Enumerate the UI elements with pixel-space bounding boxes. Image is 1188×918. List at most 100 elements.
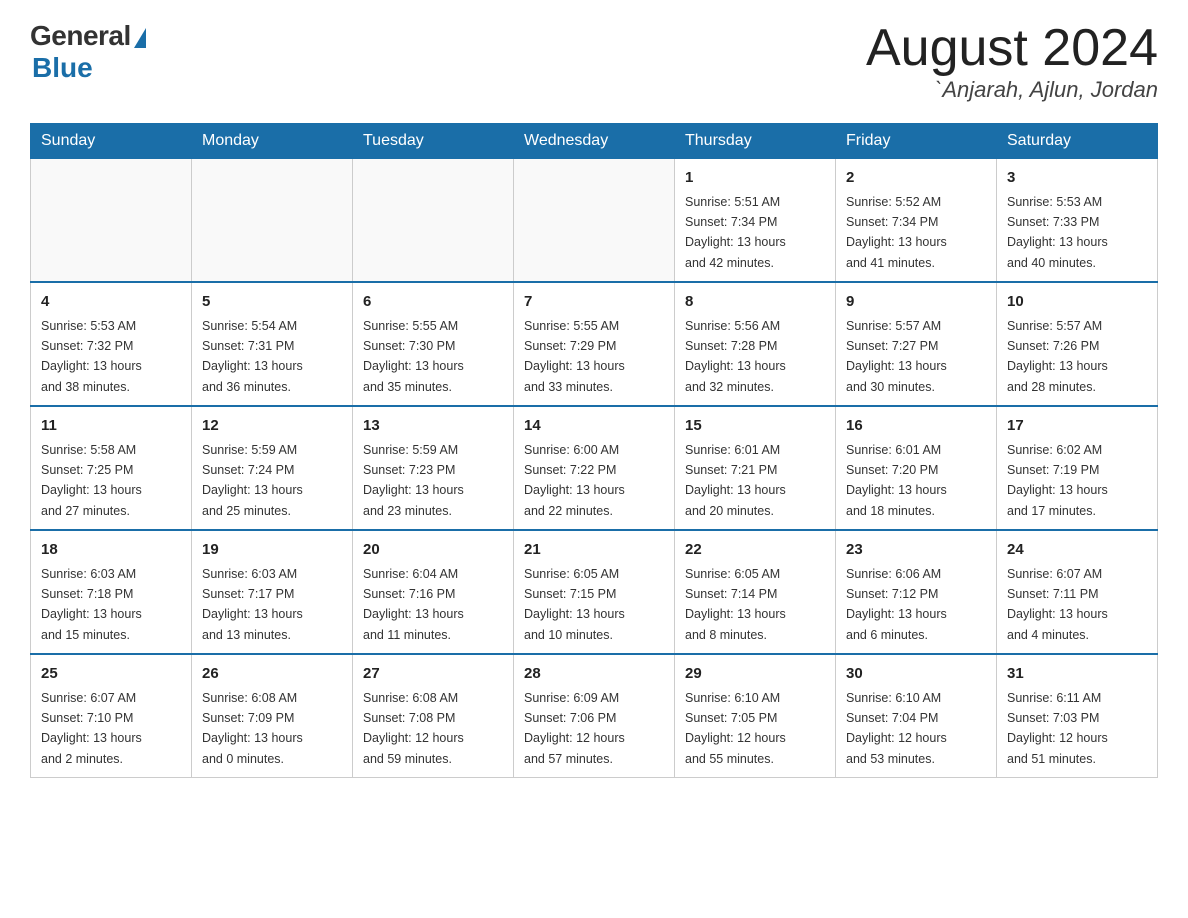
- calendar-cell: 22 Sunrise: 6:05 AM Sunset: 7:14 PM Dayli…: [675, 530, 836, 654]
- day-number: 11: [41, 415, 181, 438]
- calendar-cell: 2Sunrise: 5:52 AM Sunset: 7:34 PM Daylig…: [836, 159, 997, 283]
- day-number: 29: [685, 663, 825, 686]
- calendar-cell: 4 Sunrise: 5:53 AM Sunset: 7:32 PM Daylig…: [31, 282, 192, 406]
- day-number: 7: [524, 291, 664, 314]
- calendar-cell: 26 Sunrise: 6:08 AM Sunset: 7:09 PM Dayli…: [192, 654, 353, 778]
- day-number: 14: [524, 415, 664, 438]
- day-number: 4: [41, 291, 181, 314]
- day-info: Sunrise: 6:08 AM Sunset: 7:09 PM Dayligh…: [202, 691, 303, 766]
- day-info: Sunrise: 6:06 AM Sunset: 7:12 PM Dayligh…: [846, 567, 947, 642]
- day-number: 5: [202, 291, 342, 314]
- day-info: Sunrise: 6:03 AM Sunset: 7:18 PM Dayligh…: [41, 567, 142, 642]
- calendar-week-row: 11 Sunrise: 5:58 AM Sunset: 7:25 PM Dayli…: [31, 406, 1158, 530]
- day-number: 27: [363, 663, 503, 686]
- calendar-cell: 14 Sunrise: 6:00 AM Sunset: 7:22 PM Dayli…: [514, 406, 675, 530]
- day-number: 25: [41, 663, 181, 686]
- day-info: Sunrise: 6:02 AM Sunset: 7:19 PM Dayligh…: [1007, 443, 1108, 518]
- day-info: Sunrise: 6:05 AM Sunset: 7:15 PM Dayligh…: [524, 567, 625, 642]
- calendar-cell: 16Sunrise: 6:01 AM Sunset: 7:20 PM Dayli…: [836, 406, 997, 530]
- day-info: Sunrise: 5:56 AM Sunset: 7:28 PM Dayligh…: [685, 319, 786, 394]
- day-info: Sunrise: 6:03 AM Sunset: 7:17 PM Dayligh…: [202, 567, 303, 642]
- day-info: Sunrise: 6:01 AM Sunset: 7:21 PM Dayligh…: [685, 443, 786, 518]
- day-number: 6: [363, 291, 503, 314]
- day-number: 13: [363, 415, 503, 438]
- calendar-week-row: 25Sunrise: 6:07 AM Sunset: 7:10 PM Dayli…: [31, 654, 1158, 778]
- day-number: 1: [685, 167, 825, 190]
- day-number: 20: [363, 539, 503, 562]
- page-header: General Blue August 2024 `Anjarah, Ajlun…: [30, 20, 1158, 103]
- day-info: Sunrise: 5:55 AM Sunset: 7:29 PM Dayligh…: [524, 319, 625, 394]
- logo-blue-text: Blue: [32, 52, 93, 84]
- month-year-title: August 2024: [866, 20, 1158, 77]
- calendar-header-tuesday: Tuesday: [353, 124, 514, 159]
- calendar-cell: 8 Sunrise: 5:56 AM Sunset: 7:28 PM Daylig…: [675, 282, 836, 406]
- location-subtitle: `Anjarah, Ajlun, Jordan: [866, 77, 1158, 103]
- day-info: Sunrise: 5:57 AM Sunset: 7:26 PM Dayligh…: [1007, 319, 1108, 394]
- calendar-cell: 20 Sunrise: 6:04 AM Sunset: 7:16 PM Dayli…: [353, 530, 514, 654]
- day-info: Sunrise: 6:09 AM Sunset: 7:06 PM Dayligh…: [524, 691, 625, 766]
- calendar-cell: 21 Sunrise: 6:05 AM Sunset: 7:15 PM Dayli…: [514, 530, 675, 654]
- calendar-cell: 12 Sunrise: 5:59 AM Sunset: 7:24 PM Dayli…: [192, 406, 353, 530]
- calendar-week-row: 18Sunrise: 6:03 AM Sunset: 7:18 PM Dayli…: [31, 530, 1158, 654]
- calendar-cell: 19 Sunrise: 6:03 AM Sunset: 7:17 PM Dayli…: [192, 530, 353, 654]
- day-info: Sunrise: 5:59 AM Sunset: 7:24 PM Dayligh…: [202, 443, 303, 518]
- day-number: 30: [846, 663, 986, 686]
- day-number: 3: [1007, 167, 1147, 190]
- day-number: 10: [1007, 291, 1147, 314]
- day-number: 17: [1007, 415, 1147, 438]
- day-number: 2: [846, 167, 986, 190]
- calendar-cell: 10 Sunrise: 5:57 AM Sunset: 7:26 PM Dayli…: [997, 282, 1158, 406]
- calendar-cell: 25Sunrise: 6:07 AM Sunset: 7:10 PM Dayli…: [31, 654, 192, 778]
- calendar-cell: 13 Sunrise: 5:59 AM Sunset: 7:23 PM Dayli…: [353, 406, 514, 530]
- day-info: Sunrise: 6:04 AM Sunset: 7:16 PM Dayligh…: [363, 567, 464, 642]
- calendar-week-row: 4 Sunrise: 5:53 AM Sunset: 7:32 PM Daylig…: [31, 282, 1158, 406]
- day-info: Sunrise: 6:10 AM Sunset: 7:04 PM Dayligh…: [846, 691, 947, 766]
- calendar-cell: 15 Sunrise: 6:01 AM Sunset: 7:21 PM Dayli…: [675, 406, 836, 530]
- calendar-cell: 3 Sunrise: 5:53 AM Sunset: 7:33 PM Daylig…: [997, 159, 1158, 283]
- day-info: Sunrise: 5:54 AM Sunset: 7:31 PM Dayligh…: [202, 319, 303, 394]
- day-number: 15: [685, 415, 825, 438]
- day-info: Sunrise: 6:10 AM Sunset: 7:05 PM Dayligh…: [685, 691, 786, 766]
- calendar-cell: 27 Sunrise: 6:08 AM Sunset: 7:08 PM Dayli…: [353, 654, 514, 778]
- calendar-cell: 17 Sunrise: 6:02 AM Sunset: 7:19 PM Dayli…: [997, 406, 1158, 530]
- calendar-cell: 11 Sunrise: 5:58 AM Sunset: 7:25 PM Dayli…: [31, 406, 192, 530]
- calendar-cell: 9Sunrise: 5:57 AM Sunset: 7:27 PM Daylig…: [836, 282, 997, 406]
- calendar-cell: 28 Sunrise: 6:09 AM Sunset: 7:06 PM Dayli…: [514, 654, 675, 778]
- day-info: Sunrise: 5:53 AM Sunset: 7:32 PM Dayligh…: [41, 319, 142, 394]
- day-number: 28: [524, 663, 664, 686]
- calendar-cell: 31 Sunrise: 6:11 AM Sunset: 7:03 PM Dayli…: [997, 654, 1158, 778]
- day-info: Sunrise: 6:08 AM Sunset: 7:08 PM Dayligh…: [363, 691, 464, 766]
- day-info: Sunrise: 5:53 AM Sunset: 7:33 PM Dayligh…: [1007, 195, 1108, 270]
- calendar-cell: 1Sunrise: 5:51 AM Sunset: 7:34 PM Daylig…: [675, 159, 836, 283]
- day-number: 24: [1007, 539, 1147, 562]
- day-number: 26: [202, 663, 342, 686]
- day-info: Sunrise: 6:11 AM Sunset: 7:03 PM Dayligh…: [1007, 691, 1108, 766]
- day-info: Sunrise: 6:00 AM Sunset: 7:22 PM Dayligh…: [524, 443, 625, 518]
- day-number: 12: [202, 415, 342, 438]
- logo-triangle-icon: [134, 28, 146, 48]
- calendar-header-friday: Friday: [836, 124, 997, 159]
- day-number: 31: [1007, 663, 1147, 686]
- day-number: 16: [846, 415, 986, 438]
- day-info: Sunrise: 5:58 AM Sunset: 7:25 PM Dayligh…: [41, 443, 142, 518]
- day-info: Sunrise: 6:07 AM Sunset: 7:11 PM Dayligh…: [1007, 567, 1108, 642]
- day-info: Sunrise: 5:59 AM Sunset: 7:23 PM Dayligh…: [363, 443, 464, 518]
- title-block: August 2024 `Anjarah, Ajlun, Jordan: [866, 20, 1158, 103]
- logo-general-text: General: [30, 20, 131, 52]
- day-number: 19: [202, 539, 342, 562]
- calendar-cell: 30 Sunrise: 6:10 AM Sunset: 7:04 PM Dayli…: [836, 654, 997, 778]
- logo: General Blue: [30, 20, 146, 84]
- calendar-header-saturday: Saturday: [997, 124, 1158, 159]
- calendar-header-wednesday: Wednesday: [514, 124, 675, 159]
- calendar-cell: [31, 159, 192, 283]
- day-number: 21: [524, 539, 664, 562]
- day-number: 8: [685, 291, 825, 314]
- calendar-cell: 18Sunrise: 6:03 AM Sunset: 7:18 PM Dayli…: [31, 530, 192, 654]
- day-info: Sunrise: 5:55 AM Sunset: 7:30 PM Dayligh…: [363, 319, 464, 394]
- day-info: Sunrise: 6:05 AM Sunset: 7:14 PM Dayligh…: [685, 567, 786, 642]
- calendar-week-row: 1Sunrise: 5:51 AM Sunset: 7:34 PM Daylig…: [31, 159, 1158, 283]
- calendar-cell: [514, 159, 675, 283]
- day-number: 22: [685, 539, 825, 562]
- calendar-cell: 29 Sunrise: 6:10 AM Sunset: 7:05 PM Dayli…: [675, 654, 836, 778]
- calendar-cell: 7 Sunrise: 5:55 AM Sunset: 7:29 PM Daylig…: [514, 282, 675, 406]
